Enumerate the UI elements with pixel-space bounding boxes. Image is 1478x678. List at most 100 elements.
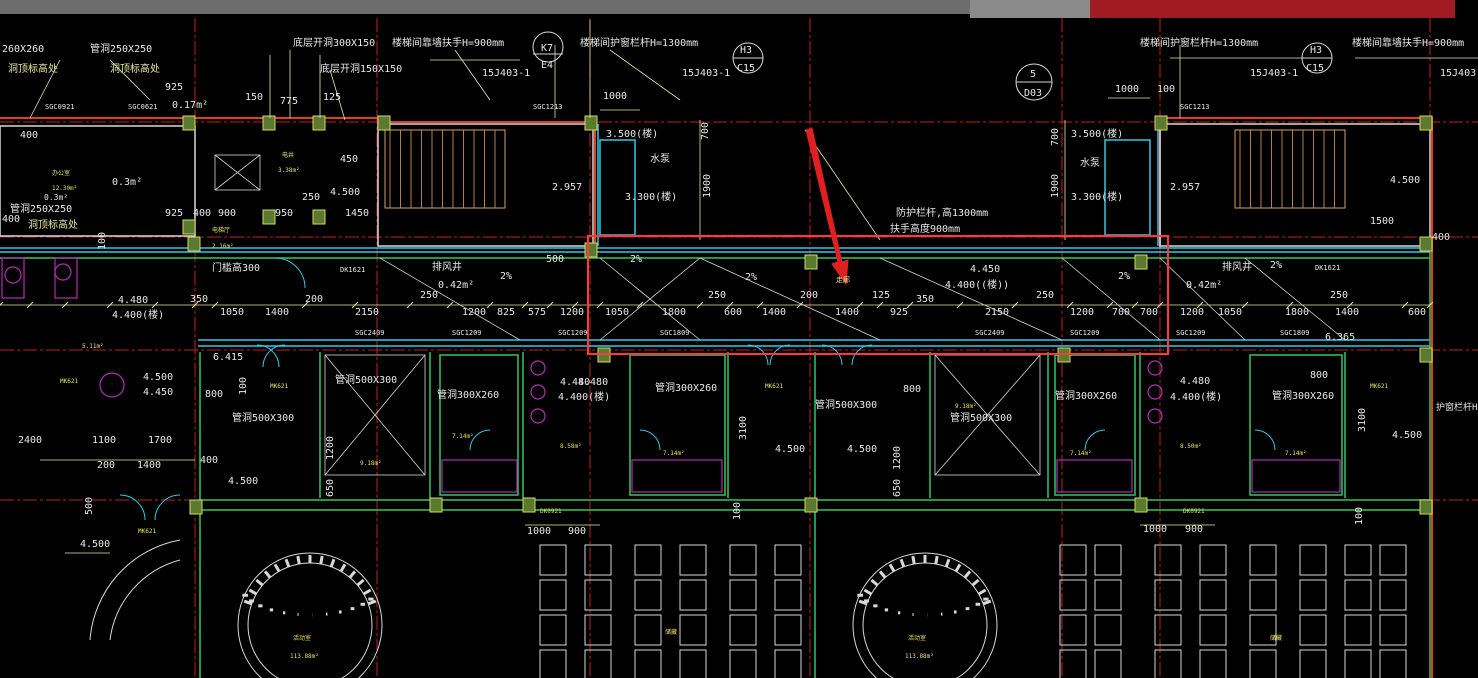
dk-a: DK0921 <box>540 508 562 515</box>
dim-1100: 1100 <box>92 435 116 446</box>
column <box>804 254 818 270</box>
sgc-2409-b: SGC2409 <box>975 329 1005 337</box>
area-042-left: 0.42m² <box>438 280 474 291</box>
kitchen-vent-8: 管洞500X300 <box>950 411 1012 424</box>
bubble-d03: D03 <box>1024 88 1042 99</box>
level-3300-right: 3.300(楼) <box>1071 190 1123 203</box>
mk-c: MK621 <box>765 383 783 390</box>
level-4500: 4.500 <box>330 187 360 198</box>
stair-treads-left <box>389 130 496 208</box>
cad-drawing[interactable]: 260X260 洞顶标高处 管洞250X250 洞顶标高处 底层开洞300X15… <box>0 0 1478 678</box>
dim-775: 775 <box>280 96 298 107</box>
area-017: 0.17m² <box>172 100 208 111</box>
hall-b-area: 113.88m² <box>905 653 934 660</box>
rail-note-left: 楼梯间靠墙扶手H=900mm <box>392 36 504 49</box>
level-4500-b: 4.500 <box>228 476 258 487</box>
dim-250-c2: 250 <box>708 290 726 301</box>
dim-row-label: 575 <box>528 307 546 318</box>
seat-tick <box>963 570 972 579</box>
level-4480-left: 4.480 <box>118 295 148 306</box>
window-pane <box>539 649 567 678</box>
window-pane <box>1154 544 1182 576</box>
dim-250-c3: 250 <box>1036 290 1054 301</box>
window-pane <box>1199 544 1227 576</box>
std-ref-3: 15J403-1 <box>1250 68 1298 79</box>
dim-row-label: 2150 <box>985 307 1009 318</box>
dim-row-label: 1400 <box>265 307 289 318</box>
rail-note-right-2: 楼梯间靠墙扶手H=900mm <box>1352 36 1464 49</box>
seat-tick <box>362 588 372 596</box>
dim-1900-left: 1900 <box>702 174 713 198</box>
sgc-2409: SGC2409 <box>355 329 385 337</box>
window-pane <box>1059 579 1087 611</box>
dim-350-c: 350 <box>916 294 934 305</box>
seat-tick <box>319 555 324 565</box>
bubble-h3: H3 <box>740 45 752 56</box>
vent-note: 260X260 <box>2 44 44 55</box>
area-d: 7.14m² <box>663 450 685 457</box>
threshold-note: 门槛高300 <box>212 261 260 274</box>
dim-400-left: 400 <box>2 214 20 225</box>
grille-note-2: 底层开洞150X150 <box>320 62 402 75</box>
window-pane <box>1299 579 1327 611</box>
level-6365: 6.365 <box>1325 332 1355 343</box>
window-pane <box>539 614 567 646</box>
dim-125-c: 125 <box>872 290 890 301</box>
dk-b: DK0921 <box>1183 508 1205 515</box>
seat-tick <box>356 578 365 587</box>
window-pane <box>679 614 707 646</box>
dim-1000-right: 1000 <box>1115 84 1139 95</box>
level-4500-f: 4.500 <box>80 539 110 550</box>
elev-area: 2.16m² <box>212 243 234 250</box>
column <box>377 115 391 131</box>
dim-400: 400 <box>20 130 38 141</box>
dim-row-label: 1200 <box>462 307 486 318</box>
dim-700-left: 700 <box>700 122 711 140</box>
level-6415: 6.415 <box>213 352 243 363</box>
dim-800-b: 800 <box>903 384 921 395</box>
column <box>262 115 276 131</box>
seat-tick <box>284 558 291 568</box>
window-pane <box>1379 614 1407 646</box>
column <box>1419 115 1433 131</box>
column <box>522 497 536 513</box>
window-pane <box>1094 649 1122 678</box>
window-pane <box>634 579 662 611</box>
activity-room-circles <box>89 539 998 678</box>
window-pane <box>1344 544 1372 576</box>
kitchen-vent-3: 管洞300X260 <box>655 381 717 394</box>
dim-925-b: 925 <box>165 208 183 219</box>
seat-tick <box>296 555 301 565</box>
pct-2-a: 2% <box>500 271 512 282</box>
dim-100-a: 100 <box>238 377 249 395</box>
seat-tick <box>255 578 264 587</box>
kitchen-vent-7: 管洞300X260 <box>1272 389 1334 402</box>
window-pane <box>1154 649 1182 678</box>
left-area: 0.3m² <box>112 177 142 188</box>
window-pane <box>1344 579 1372 611</box>
window-pane <box>1379 579 1407 611</box>
mk-d: MK621 <box>1370 383 1388 390</box>
bubble-c15: C15 <box>737 63 755 74</box>
column <box>584 115 598 131</box>
column <box>262 209 276 225</box>
mk-a: MK621 <box>60 378 78 385</box>
dim-800-a: 800 <box>205 389 223 400</box>
column <box>1134 497 1148 513</box>
dim-250: 250 <box>302 192 320 203</box>
rail-note: 防护栏杆,高1300mm <box>896 206 988 219</box>
level-4400-room: 4.400(楼) <box>558 390 610 403</box>
hall-a-area: 113.88m² <box>290 653 319 660</box>
water-pump-left: 水泵 <box>650 153 670 165</box>
seat-tick <box>954 563 962 573</box>
level-4400-left: 4.400(楼) <box>112 308 164 321</box>
seat-tick <box>263 570 272 579</box>
column <box>429 497 443 513</box>
level-2957-left: 2.957 <box>552 182 582 193</box>
dim-row-label: 1200 <box>1070 307 1094 318</box>
column <box>1419 236 1433 252</box>
window-grids <box>539 544 1407 678</box>
dim-1000-d: 1000 <box>1143 524 1167 535</box>
dim-100-c: 100 <box>1354 507 1365 525</box>
kitchen-vent-4: 管洞500X300 <box>232 411 294 424</box>
